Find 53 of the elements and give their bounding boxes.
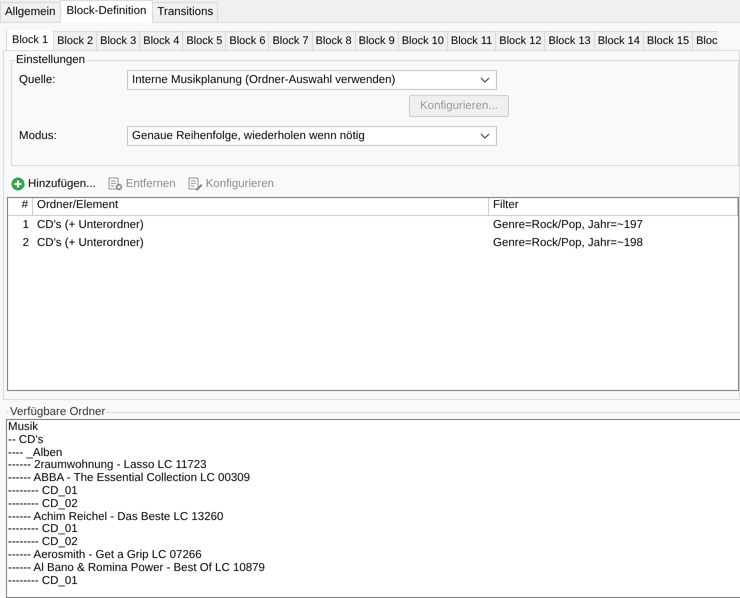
tab[interactable]: Block 12: [495, 31, 546, 50]
list-item[interactable]: -------- CD_01: [8, 574, 740, 588]
list-item[interactable]: -------- CD_01: [8, 523, 740, 536]
tab[interactable]: Block 11: [446, 31, 496, 50]
tab[interactable]: Block 3: [96, 31, 140, 50]
group-title: Einstellungen: [15, 54, 86, 66]
tab[interactable]: Block 1: [6, 30, 54, 50]
list-edit-icon: [188, 177, 203, 191]
list-item[interactable]: ------ Al Bano & Romina Power - Best Of LC 10879: [8, 562, 740, 575]
group-title: Verfügbare Ordner: [9, 406, 106, 418]
tab[interactable]: Block 10: [398, 31, 448, 50]
tab[interactable]: Transitions: [152, 2, 218, 22]
tab[interactable]: Block 2: [53, 31, 98, 50]
list-item[interactable]: -------- CD_01: [8, 484, 740, 498]
plus-icon: [11, 177, 25, 191]
list-remove-icon: [108, 177, 123, 191]
list-item[interactable]: ------ ABBA - The Essential Collection LC 00309: [8, 472, 740, 485]
tab[interactable]: Block 8: [312, 31, 356, 50]
field-label: Quelle:: [19, 74, 56, 86]
tab[interactable]: Block-Definition: [60, 0, 154, 23]
tab[interactable]: Block 15: [642, 31, 694, 50]
tab[interactable]: Allgemein: [0, 2, 60, 22]
list-item[interactable]: Musik: [8, 421, 740, 434]
chevron-down-icon: [480, 77, 490, 83]
list-item[interactable]: ------ 2raumwohnung - Lasso LC 11723: [8, 459, 740, 472]
table-cell-text: CD's (+ Unterordner): [36, 237, 145, 249]
table-cell-text: Genre=Rock/Pop, Jahr=~198: [492, 237, 644, 249]
tab[interactable]: Bloc: [692, 31, 718, 50]
tab[interactable]: Block 5: [182, 31, 226, 50]
table-cell-text: CD's (+ Unterordner): [36, 219, 145, 231]
column-header[interactable]: Ordner/Element: [33, 198, 489, 215]
table-cell-text: 2: [22, 237, 30, 249]
dropdown[interactable]: Interne Musikplanung (Ordner-Auswahl verwenden): [127, 70, 497, 90]
column-header[interactable]: #: [8, 198, 33, 215]
tab[interactable]: Block 13: [544, 31, 595, 50]
tab[interactable]: Block 4: [139, 31, 184, 50]
tab[interactable]: Block 7: [268, 31, 313, 50]
list-item[interactable]: -------- CD_02: [8, 498, 740, 511]
dropdown[interactable]: Genaue Reihenfolge, wiederholen wenn nötig: [127, 126, 497, 146]
column-header[interactable]: Filter: [489, 198, 738, 215]
list-item[interactable]: -- CD's: [8, 434, 740, 447]
chevron-down-icon: [480, 133, 490, 139]
list-item[interactable]: ------ Aerosmith - Get a Grip LC 07266: [8, 548, 740, 562]
list-item[interactable]: ------ Achim Reichel - Das Beste LC 13260: [8, 510, 740, 524]
tab[interactable]: Block 9: [354, 31, 399, 50]
list-item[interactable]: -------- CD_02: [8, 536, 740, 549]
table-cell-text: Genre=Rock/Pop, Jahr=~197: [492, 219, 644, 231]
toolbar-button[interactable]: Hinzufügen...: [11, 177, 96, 191]
field-label: Modus:: [19, 130, 58, 142]
table-cell-text: 1: [22, 219, 30, 231]
list-item[interactable]: ---- _Alben: [8, 446, 740, 460]
tab[interactable]: Block 6: [225, 31, 270, 50]
tab[interactable]: Block 14: [594, 31, 644, 50]
